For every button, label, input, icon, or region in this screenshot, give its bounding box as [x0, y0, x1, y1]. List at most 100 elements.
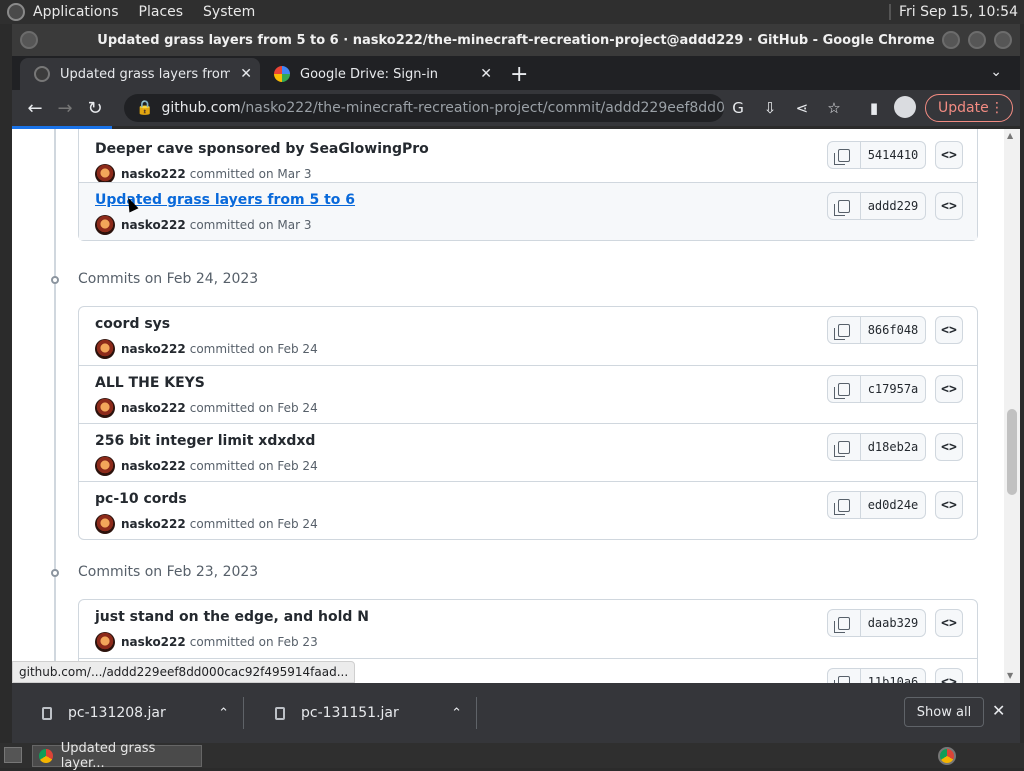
browse-code-button[interactable]: <> — [935, 141, 963, 169]
taskbar-item-chrome[interactable]: Updated grass layer... — [32, 741, 202, 771]
tab-google-drive[interactable]: Google Drive: Sign-in ✕ — [260, 58, 500, 90]
copy-sha-button[interactable] — [828, 669, 861, 683]
address-bar[interactable]: 🔒 github.com/nasko222/the-minecraft-recr… — [124, 94, 724, 122]
browse-code-button[interactable]: <> — [935, 375, 963, 403]
minimize-icon[interactable] — [942, 31, 960, 49]
url-host: github.com — [161, 100, 241, 116]
sha-button-group: 5414410 — [827, 141, 926, 169]
commit-title[interactable]: 256 bit integer limit xdxdxd — [95, 433, 315, 449]
copy-sha-button[interactable] — [828, 492, 861, 518]
download-filename: pc-131151.jar — [301, 705, 399, 721]
close-tab-icon[interactable]: ✕ — [240, 66, 252, 82]
timeline-line — [54, 129, 56, 683]
commit-title[interactable]: ALL THE KEYS — [95, 375, 205, 391]
commit-sha[interactable]: 11b10a6 — [861, 669, 925, 683]
back-icon[interactable]: ← — [20, 98, 50, 119]
tab-strip: Updated grass layers from 5 to 6 ✕ Googl… — [12, 56, 1020, 90]
copy-sha-button[interactable] — [828, 142, 861, 168]
commit-title[interactable]: Deeper cave sponsored by SeaGlowingPro — [95, 141, 429, 157]
sha-button-group: 866f048 — [827, 316, 926, 344]
browser-toolbar: ← → ↻ 🔒 github.com/nasko222/the-minecraf… — [12, 90, 1020, 126]
copy-sha-button[interactable] — [828, 317, 861, 343]
avatar[interactable] — [95, 514, 115, 534]
download-item[interactable]: pc-131208.jar ⌃ — [20, 697, 244, 729]
commit-sha[interactable]: addd229 — [861, 193, 925, 219]
commit-author[interactable]: nasko222 — [121, 218, 186, 232]
table-row: Deeper cave sponsored by SeaGlowingPro n… — [79, 129, 977, 184]
avatar[interactable] — [95, 215, 115, 235]
chevron-down-icon[interactable]: ⌄ — [990, 64, 1002, 80]
new-tab-icon[interactable]: + — [510, 62, 528, 87]
browse-code-button[interactable]: <> — [935, 609, 963, 637]
scroll-thumb[interactable] — [1007, 409, 1017, 495]
commit-sha[interactable]: d18eb2a — [861, 434, 925, 460]
kebab-menu-icon[interactable]: ⋮ — [990, 100, 1004, 116]
install-icon[interactable]: ⇩ — [758, 96, 782, 120]
browse-code-button[interactable]: <> — [935, 316, 963, 344]
avatar[interactable] — [95, 339, 115, 359]
commit-sha[interactable]: daab329 — [861, 610, 925, 636]
commit-title[interactable]: just stand on the edge, and hold N — [95, 609, 369, 625]
chrome-icon — [39, 749, 53, 763]
commit-author[interactable]: nasko222 — [121, 517, 186, 531]
update-button[interactable]: Update ⋮ — [925, 94, 1013, 122]
page-scrollbar[interactable]: ▲ ▼ — [1004, 129, 1020, 683]
google-lens-icon[interactable]: G — [726, 96, 750, 120]
close-icon[interactable]: ✕ — [992, 701, 1005, 720]
browse-code-button[interactable]: <> — [935, 433, 963, 461]
commit-sha[interactable]: 5414410 — [861, 142, 925, 168]
reload-icon[interactable]: ↻ — [80, 98, 110, 119]
copy-sha-button[interactable] — [828, 193, 861, 219]
avatar[interactable] — [95, 456, 115, 476]
show-desktop-icon[interactable] — [4, 747, 22, 763]
window-titlebar[interactable]: Updated grass layers from 5 to 6 · nasko… — [12, 24, 1020, 56]
commit-sha[interactable]: 866f048 — [861, 317, 925, 343]
close-window-icon[interactable] — [994, 31, 1012, 49]
commit-sha[interactable]: ed0d24e — [861, 492, 925, 518]
scroll-down-icon[interactable]: ▼ — [1007, 671, 1013, 680]
commit-author[interactable]: nasko222 — [121, 342, 186, 356]
maximize-icon[interactable] — [968, 31, 986, 49]
commit-title[interactable]: pc-10 cords — [95, 491, 187, 507]
github-icon — [34, 66, 50, 82]
menu-system[interactable]: System — [203, 4, 255, 20]
close-tab-icon[interactable]: ✕ — [480, 66, 492, 82]
menu-places[interactable]: Places — [139, 4, 184, 20]
copy-sha-button[interactable] — [828, 434, 861, 460]
distro-logo-icon[interactable] — [7, 3, 25, 21]
browse-code-button[interactable]: <> — [935, 491, 963, 519]
commit-author[interactable]: nasko222 — [121, 459, 186, 473]
commit-sha[interactable]: c17957a — [861, 376, 925, 402]
download-item[interactable]: pc-131151.jar ⌃ — [253, 697, 477, 729]
scroll-up-icon[interactable]: ▲ — [1007, 131, 1013, 140]
avatar[interactable] — [95, 164, 115, 184]
bookmark-star-icon[interactable]: ☆ — [822, 96, 846, 120]
side-panel-icon[interactable]: ▮ — [862, 96, 886, 120]
lock-icon[interactable]: 🔒 — [136, 100, 153, 116]
copy-sha-button[interactable] — [828, 376, 861, 402]
tab-commit[interactable]: Updated grass layers from 5 to 6 ✕ — [20, 58, 260, 90]
status-url-bubble: github.com/.../addd229eef8dd000cac92f495… — [12, 661, 356, 683]
menu-applications[interactable]: Applications — [33, 4, 119, 20]
share-icon[interactable]: ⋖ — [790, 96, 814, 120]
table-row: coord sys nasko222 committed on Feb 24 8… — [79, 307, 977, 365]
copy-sha-button[interactable] — [828, 610, 861, 636]
commit-title[interactable]: coord sys — [95, 316, 170, 332]
table-row: 256 bit integer limit xdxdxd nasko222 co… — [79, 423, 977, 481]
show-all-button[interactable]: Show all — [904, 697, 984, 727]
commit-author[interactable]: nasko222 — [121, 635, 186, 649]
chevron-up-icon[interactable]: ⌃ — [218, 706, 229, 721]
clock[interactable]: Fri Sep 15, 10:54 — [899, 4, 1018, 20]
avatar[interactable] — [95, 398, 115, 418]
commit-author[interactable]: nasko222 — [121, 167, 186, 181]
window-menu-icon[interactable] — [20, 31, 38, 49]
tray-chrome-icon[interactable] — [938, 747, 956, 765]
browse-code-button[interactable]: <> — [935, 192, 963, 220]
chevron-up-icon[interactable]: ⌃ — [451, 706, 462, 721]
profile-avatar[interactable] — [894, 96, 916, 118]
browse-code-button[interactable]: <> — [935, 668, 963, 683]
commit-author[interactable]: nasko222 — [121, 401, 186, 415]
forward-icon[interactable]: → — [50, 98, 80, 119]
avatar[interactable] — [95, 632, 115, 652]
sha-button-group: d18eb2a — [827, 433, 926, 461]
